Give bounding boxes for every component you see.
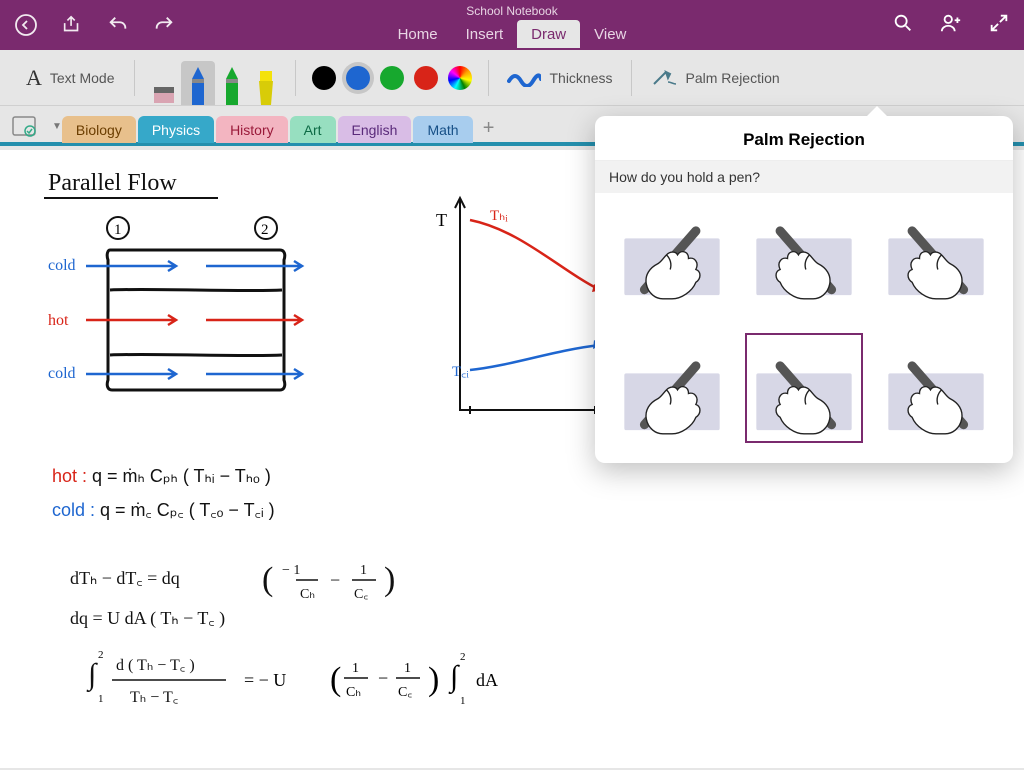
pen-blue[interactable] <box>181 61 215 105</box>
section-tab-history[interactable]: History <box>216 116 288 143</box>
palm-rejection-popover: Palm Rejection How do you hold a pen? <box>595 116 1013 463</box>
undo-button[interactable] <box>106 13 130 37</box>
svg-text:dq = U dA ( Tₕ − T꜀ ): dq = U dA ( Tₕ − T꜀ ) <box>70 608 225 629</box>
svg-text:T: T <box>436 210 447 230</box>
svg-text:1: 1 <box>98 693 104 705</box>
text-mode-button[interactable]: A Text Mode <box>12 50 128 105</box>
ink-title: Parallel Flow <box>48 170 177 196</box>
svg-text:): ) <box>428 661 439 698</box>
back-button[interactable] <box>14 13 38 37</box>
svg-text:cold: cold <box>48 257 76 274</box>
svg-text:1: 1 <box>404 661 411 676</box>
svg-text:): ) <box>384 561 395 598</box>
text-mode-icon: A <box>26 65 42 91</box>
svg-text:C꜀: C꜀ <box>398 685 412 700</box>
section-tab-art[interactable]: Art <box>290 116 336 143</box>
svg-text:1: 1 <box>352 661 359 676</box>
tab-draw[interactable]: Draw <box>517 20 580 48</box>
swatch-red[interactable] <box>414 66 438 90</box>
eraser-tool[interactable] <box>147 61 181 105</box>
color-swatches <box>302 66 482 90</box>
svg-text:−: − <box>378 668 388 688</box>
tab-insert[interactable]: Insert <box>452 20 518 48</box>
swatch-green[interactable] <box>380 66 404 90</box>
redo-button[interactable] <box>152 13 176 37</box>
palm-pose-option[interactable] <box>613 209 731 319</box>
menu-tabs: Home Insert Draw View <box>384 20 641 48</box>
swatch-picker[interactable] <box>448 66 472 90</box>
svg-text:1: 1 <box>114 222 122 238</box>
tab-home[interactable]: Home <box>384 20 452 48</box>
pen-tools <box>141 50 289 105</box>
svg-text:∫: ∫ <box>448 660 460 695</box>
svg-text:T꜀ᵢ: T꜀ᵢ <box>452 364 469 380</box>
svg-text:Cₕ: Cₕ <box>300 587 315 602</box>
svg-text:dTₕ − dT꜀ = dq: dTₕ − dT꜀ = dq <box>70 568 180 588</box>
svg-text:(: ( <box>330 661 341 698</box>
svg-text:Tₕᵢ: Tₕᵢ <box>490 208 508 224</box>
title-bar: School Notebook Home Insert Draw View <box>0 0 1024 50</box>
svg-text:hot : q = ṁₕ Cₚₕ ( Tₕᵢ − T: hot : q = ṁₕ Cₚₕ ( Tₕᵢ − Tₕₒ ) <box>52 466 271 486</box>
svg-text:−: − <box>330 570 340 590</box>
section-tab-english[interactable]: English <box>338 116 412 143</box>
tab-view[interactable]: View <box>580 20 640 48</box>
svg-text:− 1: − 1 <box>282 563 300 578</box>
thickness-button[interactable]: Thickness <box>495 69 624 87</box>
chevron-down-icon[interactable]: ▼ <box>52 121 62 132</box>
svg-text:cold: cold <box>48 365 76 382</box>
draw-ribbon: A Text Mode Thickness Palm Rejection <box>0 50 1024 106</box>
add-section-button[interactable]: + <box>475 117 503 142</box>
fullscreen-icon[interactable] <box>988 12 1010 39</box>
notebook-title[interactable]: School Notebook <box>466 4 557 18</box>
notebook-picker[interactable] <box>8 112 44 140</box>
search-icon[interactable] <box>892 12 914 39</box>
svg-text:= − U: = − U <box>244 670 286 690</box>
svg-text:Tₕ − T꜀: Tₕ − T꜀ <box>130 689 178 706</box>
svg-text:2: 2 <box>261 222 269 238</box>
highlighter-yellow[interactable] <box>249 61 283 105</box>
svg-text:d ( Tₕ − T꜀ ): d ( Tₕ − T꜀ ) <box>116 657 195 674</box>
svg-text:cold : q = ṁ꜀ Cₚ꜀ ( T꜀ₒ −: cold : q = ṁ꜀ Cₚ꜀ ( T꜀ₒ − T꜀ᵢ ) <box>52 500 275 520</box>
svg-text:(: ( <box>262 561 273 598</box>
thickness-icon <box>507 69 541 87</box>
svg-text:dA: dA <box>476 670 498 690</box>
swatch-blue[interactable] <box>346 66 370 90</box>
palm-rejection-button[interactable]: Palm Rejection <box>638 68 794 88</box>
svg-text:1: 1 <box>460 695 466 707</box>
swatch-black[interactable] <box>312 66 336 90</box>
palm-icon <box>652 68 678 88</box>
pen-green[interactable] <box>215 61 249 105</box>
palm-pose-option[interactable] <box>745 333 863 443</box>
section-tab-math[interactable]: Math <box>413 116 472 143</box>
svg-text:hot: hot <box>48 312 69 329</box>
share-icon[interactable] <box>60 13 84 37</box>
palm-pose-option[interactable] <box>877 333 995 443</box>
popover-title: Palm Rejection <box>595 116 1013 161</box>
svg-text:∫: ∫ <box>86 658 98 693</box>
svg-text:2: 2 <box>98 649 104 661</box>
svg-text:C꜀: C꜀ <box>354 587 368 602</box>
section-tab-biology[interactable]: Biology <box>62 116 136 143</box>
section-tab-physics[interactable]: Physics <box>138 116 214 143</box>
palm-pose-option[interactable] <box>877 209 995 319</box>
palm-pose-option[interactable] <box>613 333 731 443</box>
svg-text:Cₕ: Cₕ <box>346 685 361 700</box>
add-person-icon[interactable] <box>940 12 962 39</box>
svg-text:1: 1 <box>360 563 367 578</box>
popover-prompt: How do you hold a pen? <box>595 161 1013 193</box>
svg-text:2: 2 <box>460 651 466 663</box>
palm-pose-option[interactable] <box>745 209 863 319</box>
